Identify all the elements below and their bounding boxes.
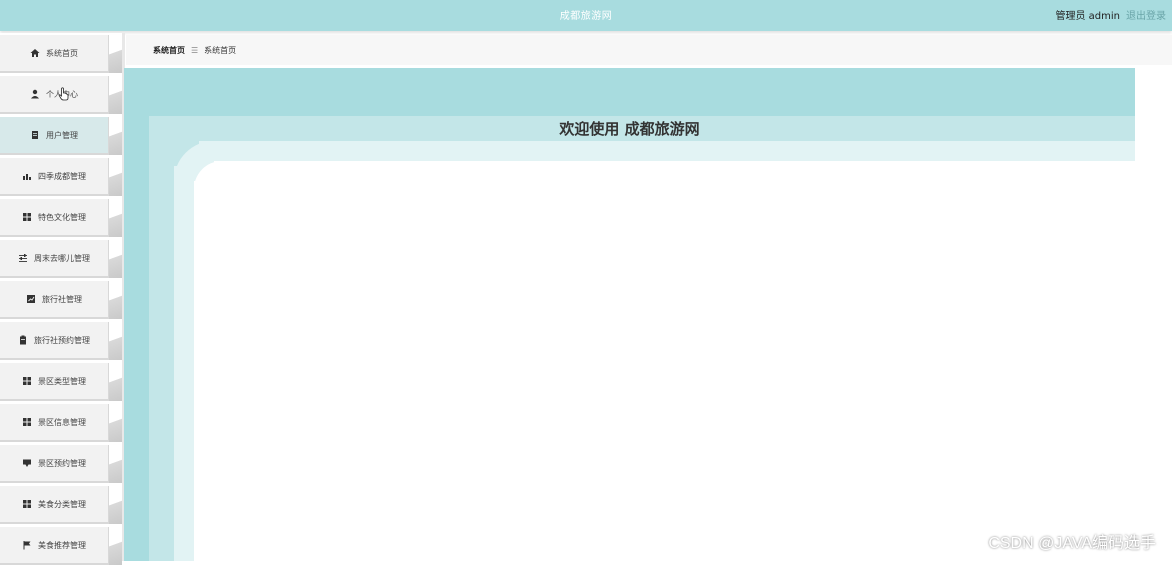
grid-icon [22,499,32,509]
sidebar-item-label: 特色文化管理 [38,212,86,223]
sidebar-item-scenic-type[interactable]: 景区类型管理 [0,363,122,401]
sidebar-item-label: 景区类型管理 [38,376,86,387]
sidebar-item-label: 用户管理 [46,130,78,141]
welcome-panel [124,68,1135,561]
sidebar-item-label: 旅行社管理 [42,294,82,305]
sidebar-item-label: 美食推荐管理 [38,540,86,551]
content-area [194,161,1135,561]
sidebar-item-label: 周末去哪儿管理 [34,253,90,264]
top-header: 成都旅游网 管理员 admin 退出登录 [0,0,1172,31]
sidebar-item-home[interactable]: 系统首页 [0,35,122,73]
sidebar-item-weekend[interactable]: 周末去哪儿管理 [0,240,122,278]
sidebar-item-label: 四季成都管理 [38,171,86,182]
sidebar-item-scenic-info[interactable]: 景区信息管理 [0,404,122,442]
current-user-label: 管理员 admin [1055,7,1120,22]
site-title: 成都旅游网 [0,7,1172,22]
grid-icon [22,417,32,427]
clipboard-icon [18,335,28,345]
chart-icon [22,171,32,181]
sidebar-item-four-seasons[interactable]: 四季成都管理 [0,158,122,196]
report-icon [26,294,36,304]
breadcrumb-current: 系统首页 [204,45,236,56]
comment-icon [22,458,32,468]
sliders-icon [18,253,28,263]
sidebar-item-food-recommend[interactable]: 美食推荐管理 [0,527,122,565]
sidebar-item-culture[interactable]: 特色文化管理 [0,199,122,237]
flag-icon [22,540,32,550]
breadcrumb: 系统首页 ☰ 系统首页 [126,35,1172,65]
sidebar-item-label: 美食分类管理 [38,499,86,510]
welcome-heading: 欢迎使用 成都旅游网 [124,118,1135,139]
sidebar-item-user-management[interactable]: 用户管理 [0,117,122,155]
user-icon [30,89,40,99]
sidebar-item-label: 景区预约管理 [38,458,86,469]
logout-link[interactable]: 退出登录 [1126,7,1166,22]
sidebar-item-label: 旅行社预约管理 [34,335,90,346]
mouse-pointer-icon [58,87,70,101]
sidebar: 系统首页 个人中心 用户管理 四季成都管理 特色文化管理 周末去哪儿管理 [0,33,122,561]
home-icon [30,48,40,58]
sidebar-item-label: 景区信息管理 [38,417,86,428]
sidebar-item-agency-booking[interactable]: 旅行社预约管理 [0,322,122,360]
watermark-text: CSDN @JAVA编码选手 [988,529,1156,553]
grid-icon [22,376,32,386]
breadcrumb-separator-icon: ☰ [191,46,198,55]
sidebar-item-food-category[interactable]: 美食分类管理 [0,486,122,524]
breadcrumb-home-link[interactable]: 系统首页 [153,45,185,56]
sidebar-item-scenic-booking[interactable]: 景区预约管理 [0,445,122,483]
grid-icon [22,212,32,222]
document-icon [30,130,40,140]
sidebar-item-travel-agency[interactable]: 旅行社管理 [0,281,122,319]
sidebar-item-label: 系统首页 [46,48,78,59]
